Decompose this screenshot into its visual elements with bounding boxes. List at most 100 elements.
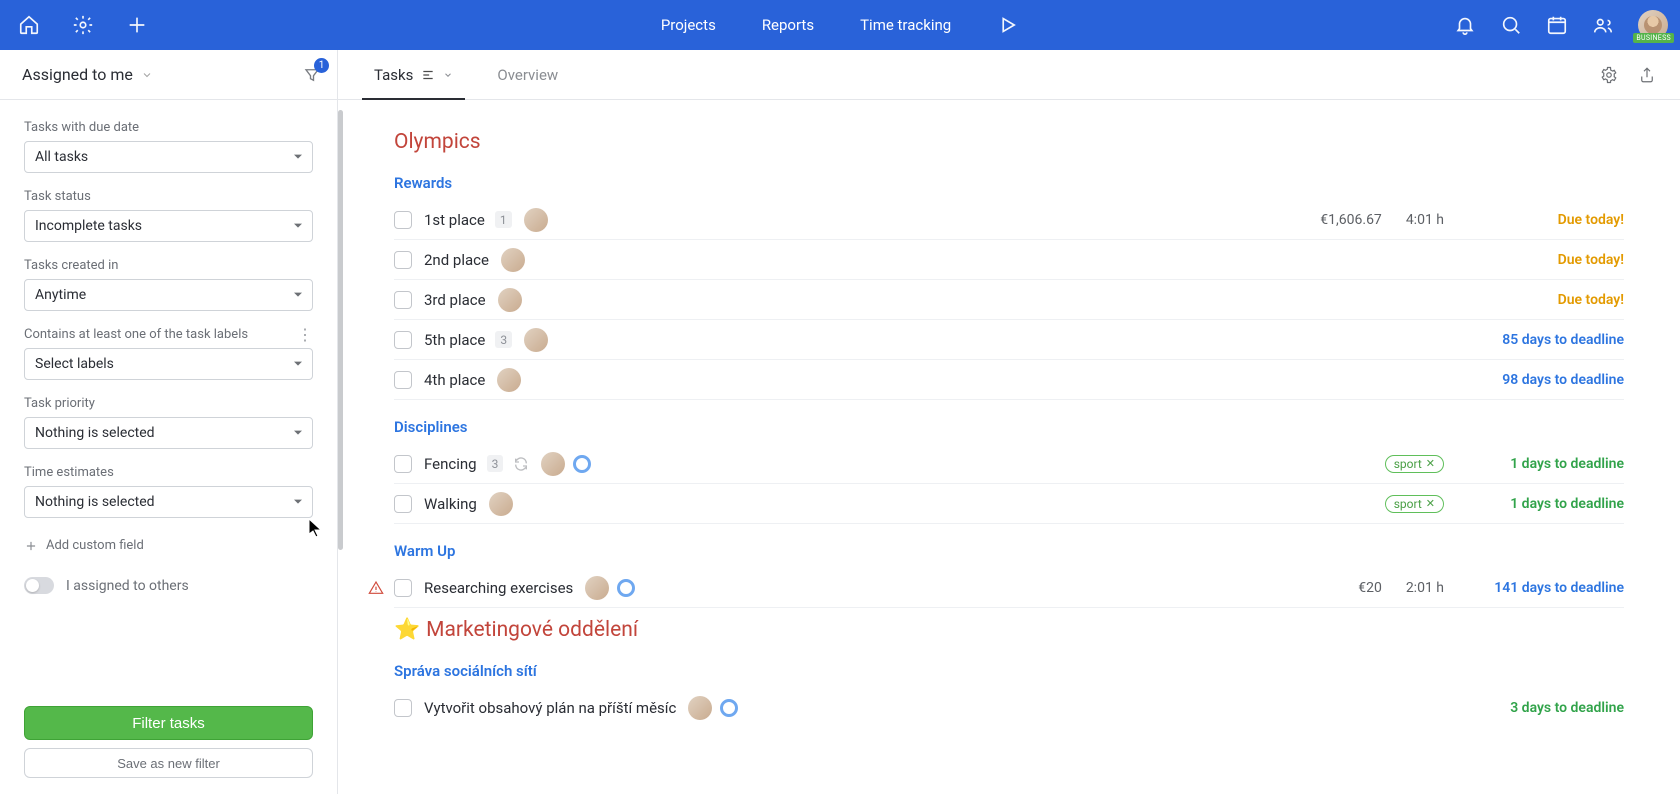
status-ring-icon — [617, 579, 635, 597]
project-title[interactable]: ⭐Marketingové oddělení — [394, 618, 1624, 642]
task-row[interactable]: 4th place 98 days to deadline — [394, 360, 1624, 400]
task-name: 5th place — [424, 331, 485, 349]
task-checkbox[interactable] — [394, 455, 412, 473]
filter-select-estimates[interactable]: Nothing is selected — [24, 486, 313, 518]
project-title[interactable]: Olympics — [394, 130, 1624, 154]
task-name: Walking — [424, 495, 477, 513]
project-title-text: Marketingové oddělení — [426, 618, 638, 642]
sidebar-header: Assigned to me 1 — [0, 50, 337, 100]
task-due: 3 days to deadline — [1468, 700, 1624, 716]
task-row[interactable]: 1st place1€1,606.674:01 hDue today! — [394, 200, 1624, 240]
filter-select-status[interactable]: Incomplete tasks — [24, 210, 313, 242]
task-name: 4th place — [424, 371, 485, 389]
filter-label-estimates: Time estimates — [24, 465, 313, 480]
assigned-to-others-label: I assigned to others — [66, 578, 189, 594]
chevron-down-icon — [443, 70, 453, 80]
project-emoji: ⭐ — [394, 618, 420, 642]
share-icon[interactable] — [1638, 66, 1656, 84]
project-title-text: Olympics — [394, 130, 481, 154]
bell-icon[interactable] — [1454, 14, 1476, 36]
assignee-avatar[interactable] — [524, 328, 548, 352]
task-cost: €1,606.67 — [1320, 212, 1382, 228]
filter-select-priority[interactable]: Nothing is selected — [24, 417, 313, 449]
subtask-count-badge: 1 — [495, 211, 512, 228]
remove-label-icon[interactable]: ✕ — [1426, 457, 1435, 470]
task-row[interactable]: 5th place385 days to deadline — [394, 320, 1624, 360]
task-due: 1 days to deadline — [1468, 456, 1624, 472]
assignee-avatar[interactable] — [489, 492, 513, 516]
task-due: 98 days to deadline — [1468, 372, 1624, 388]
chevron-down-icon[interactable] — [141, 69, 153, 81]
task-due: Due today! — [1468, 212, 1624, 228]
filter-label-due: Tasks with due date — [24, 120, 313, 135]
filter-count-badge: 1 — [314, 58, 329, 73]
sidebar-title[interactable]: Assigned to me — [22, 65, 133, 84]
nav-time-tracking[interactable]: Time tracking — [860, 16, 951, 34]
task-checkbox[interactable] — [394, 699, 412, 717]
nav-reports[interactable]: Reports — [762, 16, 814, 34]
assignee-avatar[interactable] — [585, 576, 609, 600]
tab-tasks[interactable]: Tasks — [362, 50, 465, 99]
subtask-count-badge: 3 — [495, 331, 512, 348]
nav-projects[interactable]: Projects — [661, 16, 716, 34]
filter-select-created[interactable]: Anytime — [24, 279, 313, 311]
assignee-avatar[interactable] — [498, 288, 522, 312]
gear-icon[interactable] — [72, 14, 94, 36]
home-icon[interactable] — [18, 14, 40, 36]
list-title[interactable]: Rewards — [394, 174, 1624, 192]
task-checkbox[interactable] — [394, 331, 412, 349]
plan-badge: BUSINESS — [1633, 33, 1674, 43]
task-checkbox[interactable] — [394, 291, 412, 309]
task-row[interactable]: 3rd placeDue today! — [394, 280, 1624, 320]
task-row[interactable]: 2nd placeDue today! — [394, 240, 1624, 280]
list-title[interactable]: Správa sociálních sítí — [394, 662, 1624, 680]
task-row[interactable]: Researching exercises€202:01 h141 days t… — [394, 568, 1624, 608]
plus-icon[interactable] — [126, 14, 148, 36]
task-list-content: OlympicsRewards1st place1€1,606.674:01 h… — [338, 100, 1680, 794]
task-label[interactable]: sport✕ — [1385, 455, 1444, 473]
add-custom-field[interactable]: Add custom field — [24, 538, 313, 553]
assignee-avatar[interactable] — [688, 696, 712, 720]
task-row[interactable]: Walkingsport✕1 days to deadline — [394, 484, 1624, 524]
warning-icon — [368, 580, 384, 596]
task-row[interactable]: Fencing 3 sport✕ 1 days to deadline — [394, 444, 1624, 484]
list-title[interactable]: Warm Up — [394, 542, 1624, 560]
filter-label-labels: Contains at least one of the task labels… — [24, 327, 313, 342]
user-avatar[interactable]: BUSINESS — [1638, 10, 1668, 40]
assignee-avatar[interactable] — [501, 248, 525, 272]
list-title[interactable]: Disciplines — [394, 418, 1624, 436]
labels-more-icon[interactable]: ⋮ — [297, 331, 313, 339]
task-name: 2nd place — [424, 251, 489, 269]
filter-select-due[interactable]: All tasks — [24, 141, 313, 173]
remove-label-icon[interactable]: ✕ — [1426, 497, 1435, 510]
filter-label-priority: Task priority — [24, 396, 313, 411]
settings-icon[interactable] — [1600, 66, 1618, 84]
assignee-avatar[interactable] — [524, 208, 548, 232]
task-name: Fencing — [424, 455, 477, 473]
save-as-new-filter-button[interactable]: Save as new filter — [24, 748, 313, 778]
filter-tasks-button[interactable]: Filter tasks — [24, 706, 313, 740]
people-icon[interactable] — [1592, 14, 1614, 36]
task-checkbox[interactable] — [394, 495, 412, 513]
status-ring-icon — [573, 455, 591, 473]
task-time: 4:01 h — [1406, 212, 1444, 228]
task-label[interactable]: sport✕ — [1385, 495, 1444, 513]
tab-overview[interactable]: Overview — [485, 50, 570, 99]
task-time: 2:01 h — [1406, 580, 1444, 596]
filter-select-labels[interactable]: Select labels — [24, 348, 313, 380]
task-checkbox[interactable] — [394, 579, 412, 597]
task-checkbox[interactable] — [394, 371, 412, 389]
subtask-count-badge: 3 — [487, 455, 504, 472]
filter-sidebar: Assigned to me 1 Tasks with due date All… — [0, 50, 338, 794]
play-icon[interactable] — [997, 14, 1019, 36]
search-icon[interactable] — [1500, 14, 1522, 36]
task-due: 141 days to deadline — [1468, 580, 1624, 596]
filter-icon[interactable]: 1 — [303, 66, 321, 84]
assignee-avatar[interactable] — [497, 368, 521, 392]
task-checkbox[interactable] — [394, 251, 412, 269]
task-row[interactable]: Vytvořit obsahový plán na příští měsíc3 … — [394, 688, 1624, 728]
assignee-avatar[interactable] — [541, 452, 565, 476]
assigned-to-others-toggle[interactable] — [24, 577, 54, 594]
calendar-icon[interactable] — [1546, 14, 1568, 36]
task-checkbox[interactable] — [394, 211, 412, 229]
